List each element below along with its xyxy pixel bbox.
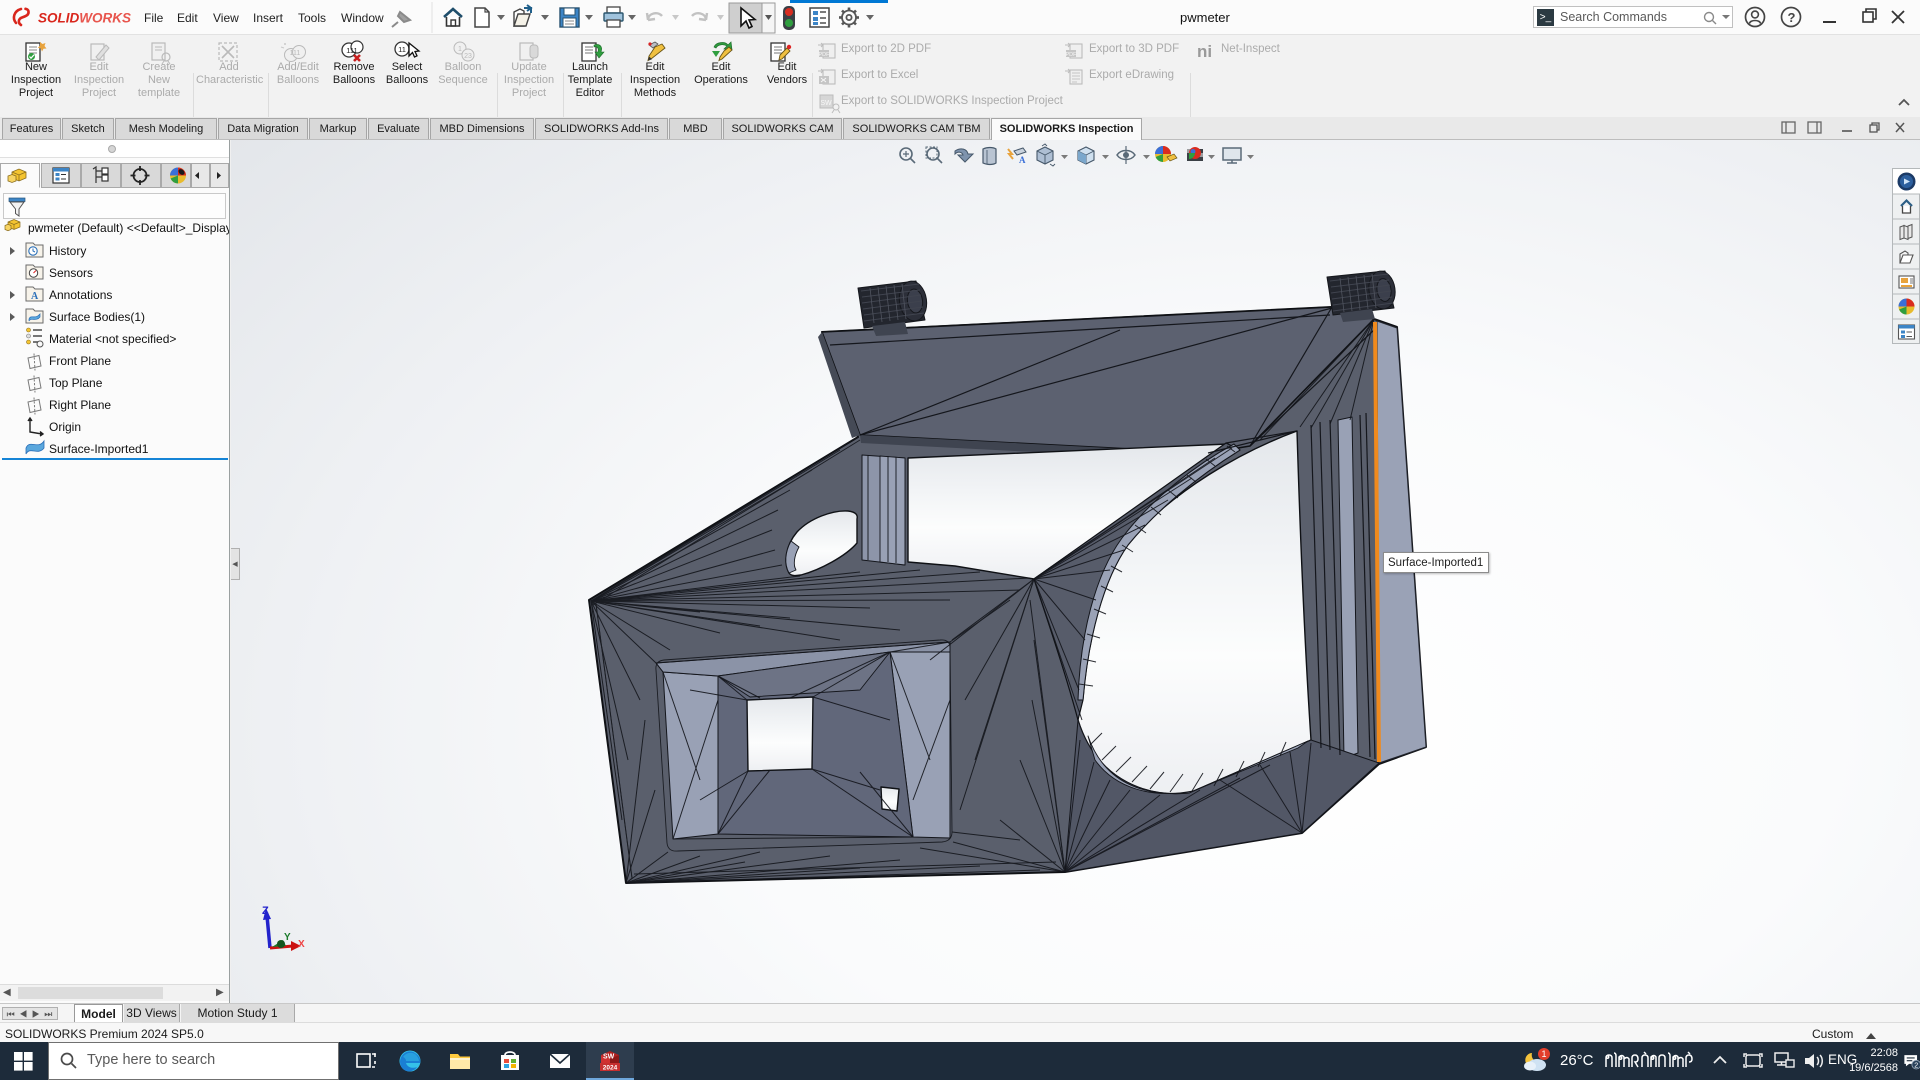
svg-text:111: 111 [290, 50, 301, 57]
svg-text:X: X [298, 939, 305, 950]
svg-text:A: A [31, 291, 39, 302]
svg-text:2: 2 [1914, 1061, 1918, 1069]
svg-text:23: 23 [464, 53, 472, 60]
svg-text:SW: SW [820, 100, 832, 107]
svg-text:ni: ni [1197, 42, 1212, 61]
svg-text:1: 1 [1541, 1049, 1546, 1059]
svg-text:SW: SW [603, 1054, 615, 1061]
svg-text:A: A [1019, 155, 1026, 165]
svg-text:2024: 2024 [603, 1065, 618, 1072]
svg-text:SOLIDWORKS: SOLIDWORKS [38, 11, 131, 26]
svg-text:11: 11 [398, 45, 406, 54]
svg-text:PDF: PDF [819, 52, 831, 58]
svg-text:1: 1 [458, 46, 462, 53]
svg-text:Z: Z [262, 905, 269, 917]
svg-text:?: ? [1788, 10, 1796, 25]
svg-text:Y: Y [284, 932, 291, 943]
svg-text:111: 111 [346, 46, 357, 55]
svg-text:PDF: PDF [1066, 52, 1078, 58]
